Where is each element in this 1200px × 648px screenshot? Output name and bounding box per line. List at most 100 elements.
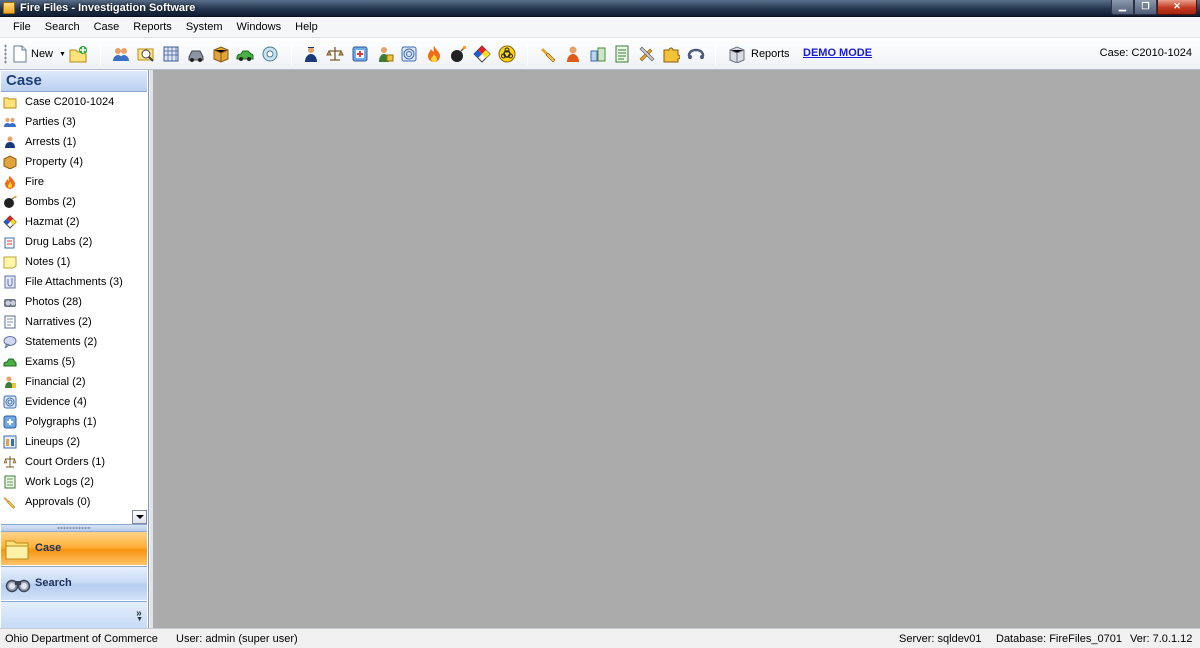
nav-button-case[interactable]: Case — [1, 531, 147, 565]
hazmat-icon[interactable] — [473, 45, 491, 63]
financial-icon — [5, 376, 16, 388]
parties-icon[interactable] — [112, 45, 130, 63]
status-version: Ver: 7.0.1.12 — [1130, 633, 1193, 645]
lineup-icon — [3, 435, 17, 449]
menu-search[interactable]: Search — [38, 18, 87, 36]
calendar-icon[interactable] — [162, 45, 180, 63]
menu-file[interactable]: File — [6, 18, 38, 36]
menu-reports[interactable]: Reports — [126, 18, 179, 36]
sidebar-item-notes[interactable]: Notes (1) — [1, 253, 133, 271]
toolbar-separator — [291, 43, 292, 65]
fire-icon[interactable] — [425, 45, 443, 63]
statement-icon — [3, 336, 17, 349]
biohazard-icon[interactable] — [498, 45, 516, 63]
sidebar-item-parties[interactable]: Parties (3) — [1, 113, 133, 131]
reports-icon — [729, 46, 745, 63]
bomb-icon[interactable] — [449, 45, 467, 63]
sidebar-item-label: Evidence (4) — [25, 396, 87, 408]
sidebar-item-arrests[interactable]: Arrests (1) — [1, 133, 133, 151]
search-folder-icon[interactable] — [137, 45, 155, 63]
sidebar-item-case[interactable]: Case C2010-1024 — [1, 93, 133, 111]
add-case-icon[interactable] — [69, 45, 87, 63]
package-icon[interactable] — [212, 45, 230, 63]
window-controls: ▁ ❐ ✕ — [1111, 0, 1197, 15]
sidebar-item-approvals[interactable]: Approvals (0) — [1, 493, 133, 511]
pane-splitter[interactable] — [1, 524, 147, 531]
sidebar-item-hazmat[interactable]: Hazmat (2) — [1, 213, 133, 231]
tools-icon[interactable] — [638, 45, 656, 63]
sidebar-item-label: Work Logs (2) — [25, 476, 94, 488]
current-case-label: Case: C2010-1024 — [1099, 47, 1192, 59]
sidebar-item-label: Lineups (2) — [25, 436, 81, 448]
sidebar-item-polygraphs[interactable]: Polygraphs (1) — [1, 413, 133, 431]
financial-icon[interactable] — [376, 45, 394, 63]
binoculars-icon — [5, 579, 31, 593]
sidebar-item-exams[interactable]: Exams (5) — [1, 353, 133, 371]
sidebar-item-statements[interactable]: Statements (2) — [1, 333, 133, 351]
reports-button[interactable]: Reports — [728, 44, 790, 64]
drug-lab-icon — [4, 237, 15, 249]
sidebar-item-evidence[interactable]: Evidence (4) — [1, 393, 133, 411]
new-button[interactable]: New ▼ — [12, 44, 66, 64]
close-button[interactable]: ✕ — [1157, 0, 1197, 15]
evidence-icon[interactable] — [400, 45, 418, 63]
sidebar-item-work-logs[interactable]: Work Logs (2) — [1, 473, 133, 491]
sidebar-item-narratives[interactable]: Narratives (2) — [1, 313, 133, 331]
link-icon[interactable] — [687, 45, 705, 63]
sidebar-item-property[interactable]: Property (4) — [1, 153, 133, 171]
sidebar-item-label: Arrests (1) — [25, 136, 77, 148]
app-icon[interactable] — [3, 2, 15, 14]
sidebar-item-label: Drug Labs (2) — [25, 236, 93, 248]
sidebar-item-label: Fire — [25, 176, 44, 188]
list-scroll-down-button[interactable] — [132, 510, 147, 524]
sidebar-item-court-orders[interactable]: Court Orders (1) — [1, 453, 133, 471]
polygraph-icon — [3, 415, 17, 429]
vehicle-icon[interactable] — [187, 45, 205, 63]
sidebar-item-photos[interactable]: Photos (28) — [1, 293, 133, 311]
sidebar-item-financial[interactable]: Financial (2) — [1, 373, 133, 391]
sidebar-item-bombs[interactable]: Bombs (2) — [1, 193, 133, 211]
nav-button-search[interactable]: Search — [1, 566, 147, 600]
toolbar-separator — [100, 43, 101, 65]
configure-buttons-icon[interactable]: » ▼ — [136, 608, 143, 630]
work-logs-icon[interactable] — [613, 45, 631, 63]
gear-icon[interactable] — [261, 45, 279, 63]
menu-help[interactable]: Help — [288, 18, 325, 36]
demo-mode-link[interactable]: DEMO MODE — [803, 47, 872, 59]
sidebar-item-drug-labs[interactable]: Drug Labs (2) — [1, 233, 133, 251]
approval-icon — [3, 497, 16, 509]
parties-icon — [4, 118, 16, 127]
bomb-icon — [4, 195, 17, 208]
court-orders-icon[interactable] — [326, 45, 344, 63]
sidebar-item-label: Photos (28) — [25, 296, 82, 308]
dropdown-arrow-icon: ▼ — [59, 50, 66, 58]
approvals-icon[interactable] — [540, 45, 558, 63]
sidebar-item-fire[interactable]: Fire — [1, 173, 133, 191]
status-organization: Ohio Department of Commerce — [5, 633, 158, 645]
nav-pane-footer: » ▼ — [1, 601, 147, 628]
sidebar-item-label: Polygraphs (1) — [25, 416, 97, 428]
arrests-icon[interactable] — [302, 45, 320, 63]
polygraph-icon[interactable] — [351, 45, 369, 63]
reports-label: Reports — [751, 48, 790, 60]
menu-windows[interactable]: Windows — [230, 18, 289, 36]
exam-icon — [3, 358, 17, 367]
sidebar-item-label: Case C2010-1024 — [25, 96, 115, 108]
drug-lab-icon[interactable] — [589, 45, 607, 63]
sidebar-item-lineups[interactable]: Lineups (2) — [1, 433, 133, 451]
toolbar-separator — [527, 43, 528, 65]
person-icon[interactable] — [564, 45, 582, 63]
title-bar: Fire Files - Investigation Software ▁ ❐ … — [0, 0, 1200, 17]
sidebar-item-label: Court Orders (1) — [25, 456, 106, 468]
car-icon[interactable] — [236, 45, 254, 63]
toolbar-grip[interactable] — [4, 44, 7, 64]
narrative-icon — [4, 315, 16, 329]
menu-system[interactable]: System — [179, 18, 230, 36]
sidebar-item-file-attachments[interactable]: File Attachments (3) — [1, 273, 133, 291]
restore-button[interactable]: ❐ — [1134, 0, 1157, 15]
puzzle-icon[interactable] — [662, 45, 680, 63]
menu-case[interactable]: Case — [87, 18, 127, 36]
new-document-icon — [13, 45, 27, 63]
status-database: Database: FireFiles_0701 — [996, 633, 1122, 645]
minimize-button[interactable]: ▁ — [1111, 0, 1134, 15]
